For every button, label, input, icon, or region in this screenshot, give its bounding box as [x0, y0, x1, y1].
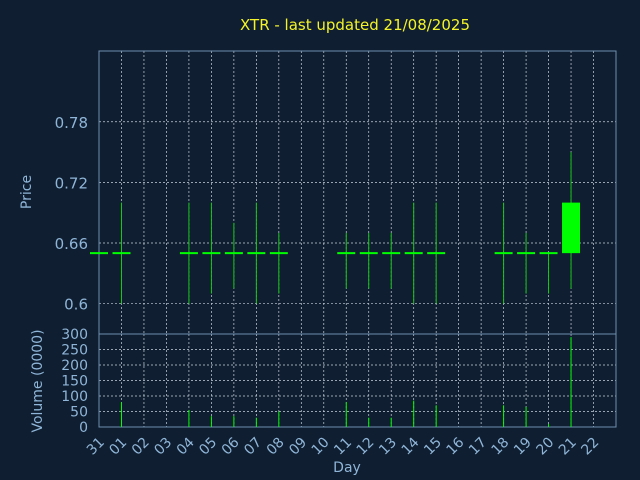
volume-tick-label: 100	[61, 389, 88, 405]
price-gridlines	[99, 51, 616, 334]
x-tick-label: 02	[129, 435, 153, 459]
x-tick-label: 03	[151, 435, 175, 459]
price-tick-label: 0.66	[55, 235, 88, 253]
price-y-axis: 0.6 0.66 0.72 0.78	[55, 114, 88, 314]
volume-axis-label: Volume (0000)	[30, 329, 46, 432]
x-tick-label: 12	[354, 435, 378, 459]
x-tick-label: 16	[444, 434, 468, 458]
x-tick-label: 17	[466, 435, 490, 459]
candlesticks	[90, 152, 581, 304]
volume-tick-label: 250	[61, 343, 88, 359]
x-tick-label: 22	[578, 435, 602, 459]
x-tick-label: 19	[511, 435, 535, 459]
volume-y-axis: 050100150200250300	[61, 327, 88, 436]
x-tick-label: 31	[84, 435, 108, 459]
x-tick-label: 21	[556, 435, 580, 459]
volume-tick-label: 300	[61, 327, 88, 343]
volume-tick-label: 200	[61, 358, 88, 374]
price-tick-label: 0.72	[55, 174, 88, 192]
price-tick-label: 0.6	[64, 296, 88, 314]
stock-chart: XTR - last updated 21/08/2025 0.6 0.66 0.7…	[19, 16, 617, 476]
x-tick-label: 10	[309, 435, 333, 459]
chart-title: XTR - last updated 21/08/2025	[240, 16, 470, 34]
x-axis: 3101020304050607080910111213141516171819…	[84, 434, 602, 458]
x-tick-label: 08	[264, 435, 288, 459]
x-tick-label: 01	[106, 435, 130, 459]
x-tick-label: 07	[241, 435, 265, 459]
volume-tick-label: 0	[79, 420, 88, 436]
volume-tick-label: 150	[61, 374, 88, 390]
price-axis-label: Price	[19, 175, 35, 209]
x-tick-label: 09	[286, 435, 310, 459]
x-tick-label: 04	[174, 434, 198, 458]
price-tick-label: 0.78	[55, 114, 88, 132]
x-tick-label: 13	[376, 435, 400, 459]
x-tick-label: 11	[331, 435, 355, 459]
volume-tick-label: 50	[70, 405, 88, 421]
x-tick-label: 06	[219, 434, 243, 458]
x-tick-label: 18	[489, 435, 513, 459]
x-axis-label: Day	[333, 460, 361, 476]
x-tick-label: 20	[533, 435, 557, 459]
x-tick-label: 14	[399, 434, 423, 458]
x-tick-label: 05	[196, 435, 220, 459]
candle-body	[562, 202, 581, 254]
volume-gridlines	[99, 334, 616, 427]
price-plot-frame	[98, 50, 617, 335]
x-tick-label: 15	[421, 435, 445, 459]
